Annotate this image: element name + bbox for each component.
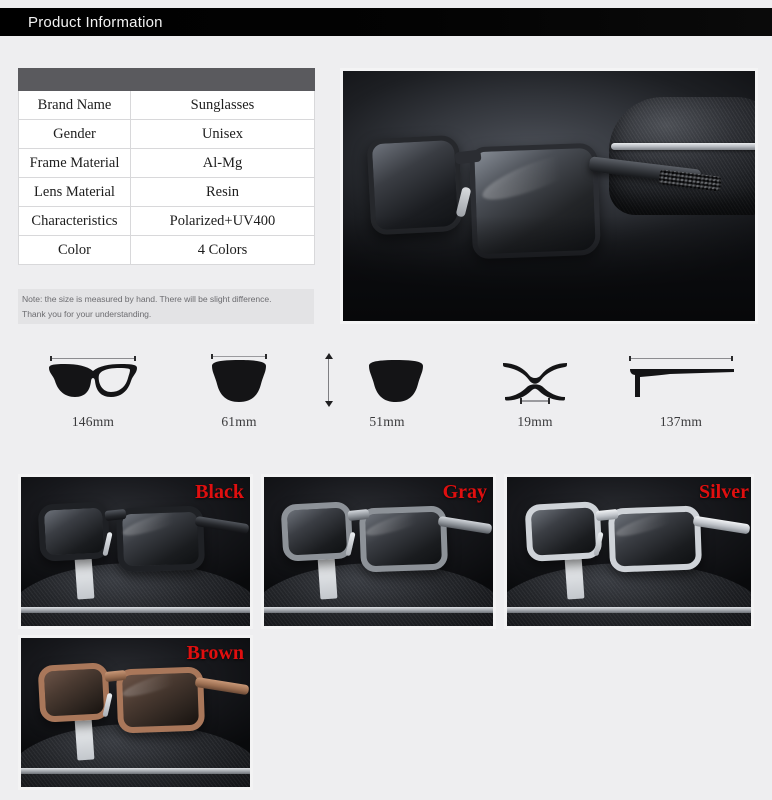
- measurement-total-frame-width: 146mm: [18, 350, 168, 430]
- measurement-label: 51mm: [369, 414, 405, 429]
- left-lens-graphic: [37, 661, 111, 723]
- frame-width-icon: [18, 350, 168, 412]
- variant-card-black[interactable]: Black: [18, 474, 253, 629]
- table-row: Lens Material Resin: [18, 177, 315, 207]
- temple-arm-icon: [630, 369, 734, 397]
- variant-label-brown: Brown: [186, 642, 244, 664]
- variant-label-silver: Silver: [699, 481, 749, 503]
- variant-card-gray[interactable]: Gray: [261, 474, 496, 629]
- case-zipper-graphic: [507, 606, 751, 613]
- variant-image-gray: Gray: [264, 477, 493, 626]
- sunglasses-graphic: [522, 498, 751, 575]
- temple-length-icon: [606, 350, 756, 412]
- bridge-width-icon: [460, 350, 610, 412]
- measurement-bridge-width: 19mm: [460, 350, 610, 430]
- table-header-key-cell: [18, 68, 131, 91]
- spec-key-gender: Gender: [18, 119, 131, 149]
- case-zipper-graphic: [264, 606, 493, 613]
- hero-product-image: [340, 68, 758, 324]
- sunglasses-graphic: [278, 498, 493, 575]
- lens-width-icon: [164, 350, 314, 412]
- variant-card-silver[interactable]: Silver: [504, 474, 754, 629]
- measurement-note: Note: the size is measured by hand. Ther…: [18, 289, 314, 324]
- note-line-2: Thank you for your understanding.: [22, 309, 152, 319]
- spec-value-characteristics: Polarized+UV400: [130, 206, 315, 236]
- spec-value-color: 4 Colors: [130, 235, 315, 265]
- temple-arm-graphic: [692, 515, 751, 535]
- sunglasses-graphic: [35, 659, 250, 736]
- variant-image-black: Black: [21, 477, 250, 626]
- lens-height-icon: [312, 350, 462, 412]
- table-header-row: [18, 68, 315, 91]
- left-lens-graphic: [37, 500, 111, 562]
- specification-table-wrapper: Brand Name Sunglasses Gender Unisex Fram…: [18, 68, 315, 265]
- single-lens-front-icon: [212, 360, 266, 402]
- spec-key-color: Color: [18, 235, 131, 265]
- bridge-dimension-line: [520, 398, 550, 404]
- spec-value-lens-material: Resin: [130, 177, 315, 207]
- measurement-temple-length: 137mm: [606, 350, 756, 430]
- variant-image-brown: Brown: [21, 638, 250, 787]
- sunglasses-graphic: [366, 129, 722, 265]
- spec-value-brand-name: Sunglasses: [130, 90, 315, 120]
- spec-key-characteristics: Characteristics: [18, 206, 131, 236]
- case-zipper-graphic: [21, 606, 250, 613]
- spec-key-lens-material: Lens Material: [18, 177, 131, 207]
- variant-image-silver: Silver: [507, 477, 751, 626]
- temple-dimension-line: [629, 356, 733, 361]
- single-lens-height-icon: [369, 360, 423, 402]
- note-line-1: Note: the size is measured by hand. Ther…: [22, 294, 272, 304]
- page-header-bar: Product Information: [0, 8, 772, 36]
- specification-table: Brand Name Sunglasses Gender Unisex Fram…: [18, 68, 315, 265]
- measurement-lens-height: 51mm: [312, 350, 462, 430]
- measurement-label: 19mm: [517, 414, 553, 429]
- spec-value-gender: Unisex: [130, 119, 315, 149]
- table-row: Characteristics Polarized+UV400: [18, 206, 315, 236]
- table-row: Brand Name Sunglasses: [18, 90, 315, 120]
- measurement-label: 146mm: [71, 414, 115, 429]
- table-row: Gender Unisex: [18, 119, 315, 149]
- left-lens-graphic: [524, 500, 603, 562]
- table-header-value-cell: [130, 68, 315, 91]
- specs-and-hero-section: Brand Name Sunglasses Gender Unisex Fram…: [0, 46, 772, 328]
- variant-label-black: Black: [195, 481, 244, 503]
- left-lens-graphic: [280, 500, 354, 562]
- measurement-lens-width: 61mm: [164, 350, 314, 430]
- full-frame-front-icon: [49, 364, 137, 397]
- height-dimension-arrow: [324, 353, 333, 407]
- hero-image-canvas: [343, 71, 755, 321]
- page-title: Product Information: [28, 13, 163, 31]
- table-row: Color 4 Colors: [18, 235, 315, 265]
- variant-label-gray: Gray: [442, 481, 487, 503]
- left-lens-graphic: [366, 134, 464, 236]
- spec-value-frame-material: Al-Mg: [130, 148, 315, 178]
- bridge-shape-icon: [503, 363, 567, 401]
- measurement-label: 61mm: [221, 414, 257, 429]
- measurements-section: 146mm 61mm 51mm 19mm 137mm: [0, 336, 772, 458]
- variant-card-brown[interactable]: Brown: [18, 635, 253, 790]
- measurement-label: 137mm: [659, 414, 703, 429]
- lens-width-dimension-line: [211, 354, 267, 359]
- table-row: Frame Material Al-Mg: [18, 148, 315, 178]
- sunglasses-graphic: [35, 498, 250, 575]
- color-variants-section: Black Gray Silver Brown: [0, 468, 772, 798]
- case-zipper-graphic: [21, 767, 250, 774]
- width-dimension-line: [50, 356, 136, 361]
- spec-key-frame-material: Frame Material: [18, 148, 131, 178]
- spec-key-brand-name: Brand Name: [18, 90, 131, 120]
